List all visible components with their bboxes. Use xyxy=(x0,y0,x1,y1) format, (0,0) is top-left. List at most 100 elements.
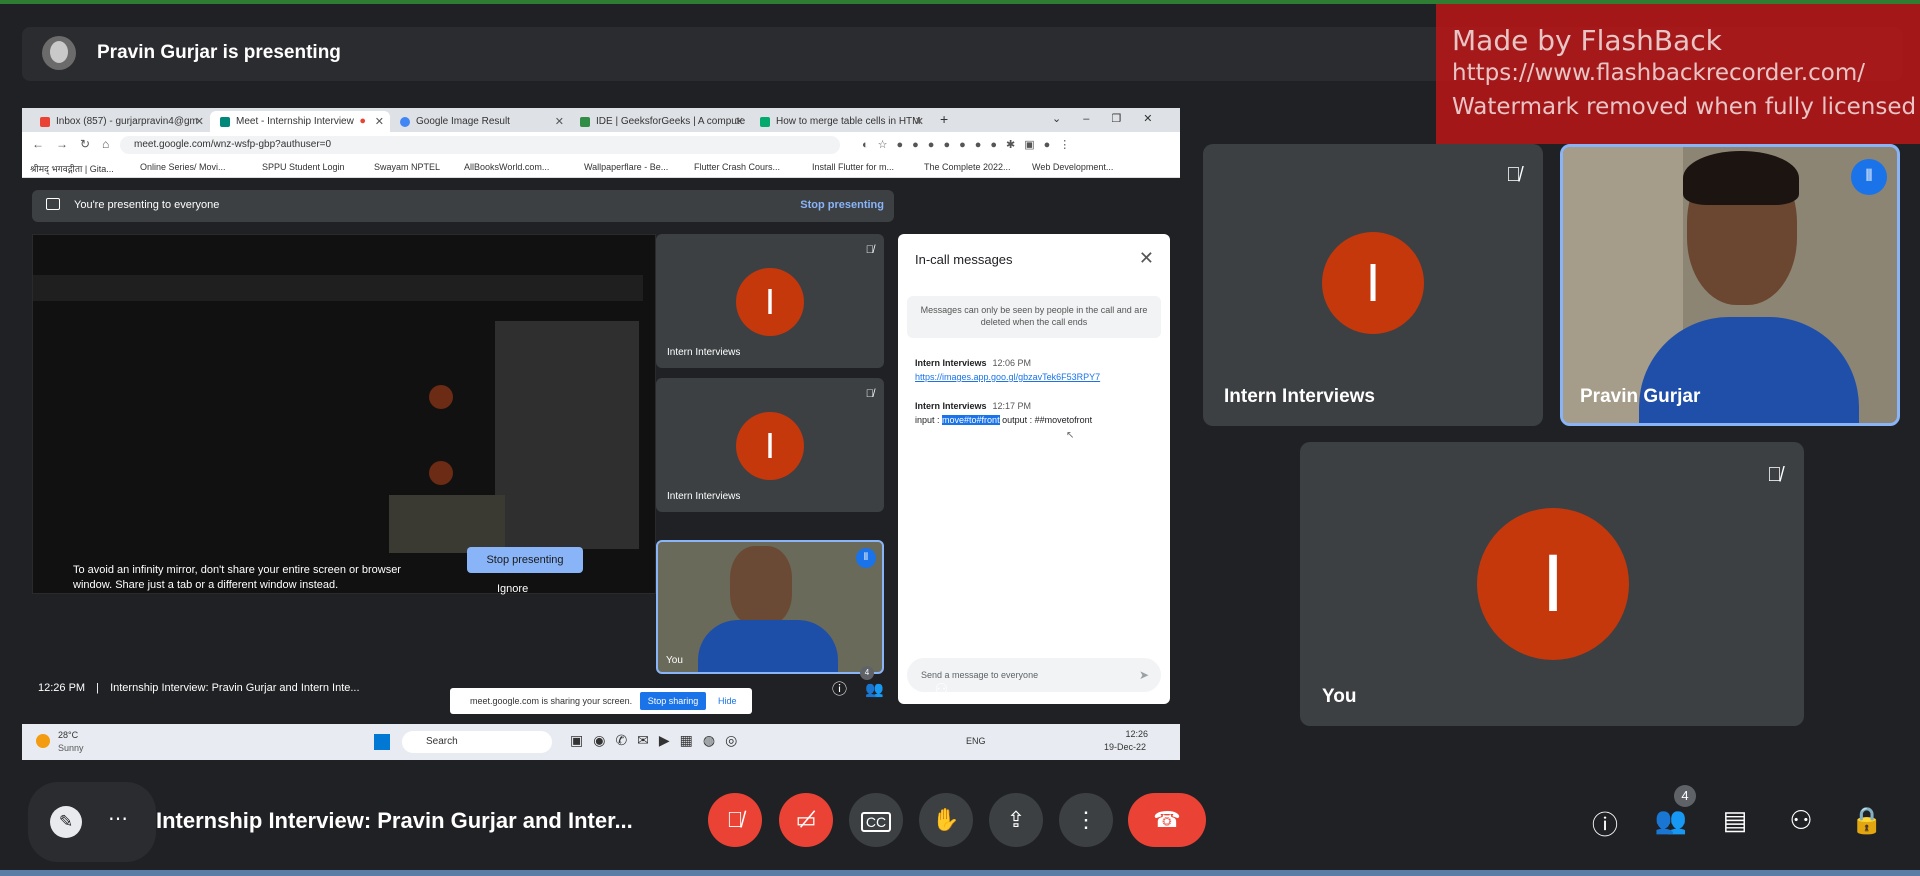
send-icon[interactable]: ➤ xyxy=(1139,668,1149,682)
captions-button[interactable]: CC xyxy=(849,793,903,847)
meet-time: 12:26 PM xyxy=(38,682,86,694)
close-icon[interactable]: ✕ xyxy=(375,115,384,128)
mirror-avatar xyxy=(429,461,453,485)
google-icon xyxy=(400,117,410,127)
browser-tab-active[interactable]: Meet - Internship Interview ● ✕ xyxy=(210,111,390,132)
mirror-stop-button[interactable]: Stop presenting xyxy=(467,547,583,573)
chat-icon[interactable]: ▤ xyxy=(1718,805,1752,836)
tab-label: Meet - Internship Interview xyxy=(236,116,354,127)
camera-toggle-button[interactable]: ▭̸ xyxy=(779,793,833,847)
people-icon[interactable]: 👥 xyxy=(1654,805,1688,836)
stop-sharing-button[interactable]: Stop sharing xyxy=(640,692,706,710)
captions-icon: CC xyxy=(860,812,892,832)
bookmark[interactable]: AllBooksWorld.com... xyxy=(464,162,549,172)
close-icon[interactable]: ✕ xyxy=(1139,248,1154,269)
person-hair xyxy=(1683,151,1799,205)
speaking-indicator-icon: ⦀ xyxy=(1851,159,1887,195)
watermark-line-3: Watermark removed when fully licensed xyxy=(1452,94,1917,120)
meet-side-icons[interactable]: ⓘ👥▬⚇ xyxy=(832,678,966,699)
taskbar-date: 19-Dec-22 xyxy=(1104,742,1147,752)
weather-desc: Sunny xyxy=(58,743,84,753)
watermark-line-2: https://www.flashbackrecorder.com/ xyxy=(1452,60,1866,86)
chat-note: Messages can only be seen by people in t… xyxy=(907,296,1161,338)
mouse-cursor-icon: ↖ xyxy=(1066,430,1075,441)
close-icon[interactable]: ✕ xyxy=(915,115,924,128)
selected-text: move#to#front xyxy=(942,415,1000,425)
participants-badge: 4 xyxy=(860,666,874,680)
bookmark[interactable]: Flutter Crash Cours... xyxy=(694,162,780,172)
participant-tile[interactable]: 🎙̸ I Intern Interviews xyxy=(1203,144,1543,426)
weather-temp: 28°C xyxy=(58,730,79,740)
taskbar-search[interactable]: Search xyxy=(402,731,552,753)
participant-tile-small[interactable]: 🎙̸ I Intern Interviews xyxy=(656,234,884,368)
bookmark[interactable]: Install Flutter for m... xyxy=(812,162,894,172)
message-sender: Intern Interviews 12:06 PM xyxy=(915,358,1031,368)
browser-tab[interactable]: IDE | GeeksforGeeks | A compute ✕ xyxy=(570,111,750,132)
watermark: Made by FlashBack https://www.flashbackr… xyxy=(1436,4,1920,144)
window-controls[interactable]: ⌄–❐✕ xyxy=(1052,112,1174,125)
close-icon[interactable]: ✕ xyxy=(735,115,744,128)
sender-name: Intern Interviews xyxy=(915,358,987,368)
activities-icon[interactable]: ⚇ xyxy=(1784,805,1818,836)
windows-start-icon[interactable] xyxy=(374,734,390,750)
more-options-button[interactable]: ⋮ xyxy=(1059,793,1113,847)
bookmark[interactable]: श्रीमद् भगवद्गीता | Gita... xyxy=(30,162,114,175)
camera-off-icon: ▭̸ xyxy=(795,807,817,832)
url-text: meet.google.com/wnz-wsfp-gbp?authuser=0 xyxy=(134,139,332,150)
url-field[interactable]: meet.google.com/wnz-wsfp-gbp?authuser=0 xyxy=(120,136,840,154)
bookmark[interactable]: The Complete 2022... xyxy=(924,162,1011,172)
taskbar-app-icons[interactable]: ▣◉✆✉▶▦◍◎ xyxy=(570,732,747,749)
tab-label: Inbox (857) - gurjarpravin4@gm xyxy=(56,116,198,127)
meet-time-title: 12:26 PM | Internship Interview: Pravin … xyxy=(38,682,360,694)
message-time: 12:17 PM xyxy=(992,401,1032,411)
mic-toggle-button[interactable]: 🎙̸ xyxy=(708,793,762,847)
effects-icon[interactable]: ✎ xyxy=(50,806,82,838)
message-link[interactable]: https://images.app.goo.gl/gbzavTek6F53RP… xyxy=(915,372,1100,382)
extension-icons[interactable]: ◐☆●●●●●●●✱▣●⋮ xyxy=(862,138,1079,151)
self-tile[interactable]: 🎙̸ I You xyxy=(1300,442,1804,726)
bookmark[interactable]: SPPU Student Login xyxy=(262,162,345,172)
bookmark[interactable]: Web Development... xyxy=(1032,162,1113,172)
mirror-chat xyxy=(495,321,639,549)
browser-tab[interactable]: How to merge table cells in HTM ✕ xyxy=(750,111,930,132)
new-tab-icon[interactable]: + xyxy=(940,111,948,127)
meeting-details-icon[interactable]: ⓘ xyxy=(1588,805,1622,842)
mirror-warning-text: To avoid an infinity mirror, don't share… xyxy=(73,564,401,591)
participant-tile-small[interactable]: 🎙̸ I Intern Interviews xyxy=(656,378,884,512)
participant-name: You xyxy=(666,655,683,666)
meet-title: Internship Interview: Pravin Gurjar and … xyxy=(110,682,360,694)
more-icon[interactable]: ⋯ xyxy=(108,806,128,831)
bookmark[interactable]: Online Series/ Movi... xyxy=(140,162,226,172)
person-head xyxy=(730,546,792,626)
mic-off-icon: 🎙̸ xyxy=(1767,464,1782,486)
bookmark[interactable]: Wallpaperflare - Be... xyxy=(584,162,668,172)
hide-button[interactable]: Hide xyxy=(718,696,737,706)
host-controls-icon[interactable]: 🔒 xyxy=(1850,805,1884,836)
w3schools-icon xyxy=(760,117,770,127)
present-button[interactable]: ⇪ xyxy=(989,793,1043,847)
nav-buttons[interactable]: ←→↻⌂ xyxy=(32,137,121,151)
meet-inner-view: You're presenting to everyone Stop prese… xyxy=(22,178,1180,724)
infinity-mirror-preview: To avoid an infinity mirror, don't share… xyxy=(32,234,656,595)
windows-taskbar: 28°C Sunny Search ▣◉✆✉▶▦◍◎ ENG 12:26 19-… xyxy=(22,724,1180,760)
mirror-avatar xyxy=(429,385,453,409)
message-sender: Intern Interviews 12:17 PM xyxy=(915,401,1031,411)
bookmark[interactable]: Swayam NPTEL xyxy=(374,162,440,172)
person-shirt xyxy=(698,620,838,672)
mirror-ignore-button[interactable]: Ignore xyxy=(497,583,528,595)
presenter-name: Pravin Gurjar is presenting xyxy=(97,42,341,63)
browser-tab[interactable]: Google Image Result ✕ xyxy=(390,111,570,132)
tab-label: Google Image Result xyxy=(416,116,510,127)
participant-avatar: I xyxy=(1477,508,1629,660)
close-icon[interactable]: ✕ xyxy=(195,115,204,128)
participant-video-tile[interactable]: ⦀ Pravin Gurjar xyxy=(1560,144,1900,426)
raise-hand-button[interactable]: ✋ xyxy=(919,793,973,847)
message-text: input : move#to#front output : ##movetof… xyxy=(915,415,1092,425)
end-call-button[interactable]: ☎ xyxy=(1128,793,1206,847)
browser-tab[interactable]: Inbox (857) - gurjarpravin4@gm ✕ xyxy=(30,111,210,132)
gfg-icon xyxy=(580,117,590,127)
mic-off-icon: 🎙̸ xyxy=(1506,164,1521,186)
self-video-tile-small[interactable]: ⦀ You xyxy=(656,540,884,674)
close-icon[interactable]: ✕ xyxy=(555,115,564,128)
recording-icon: ● xyxy=(359,115,366,127)
